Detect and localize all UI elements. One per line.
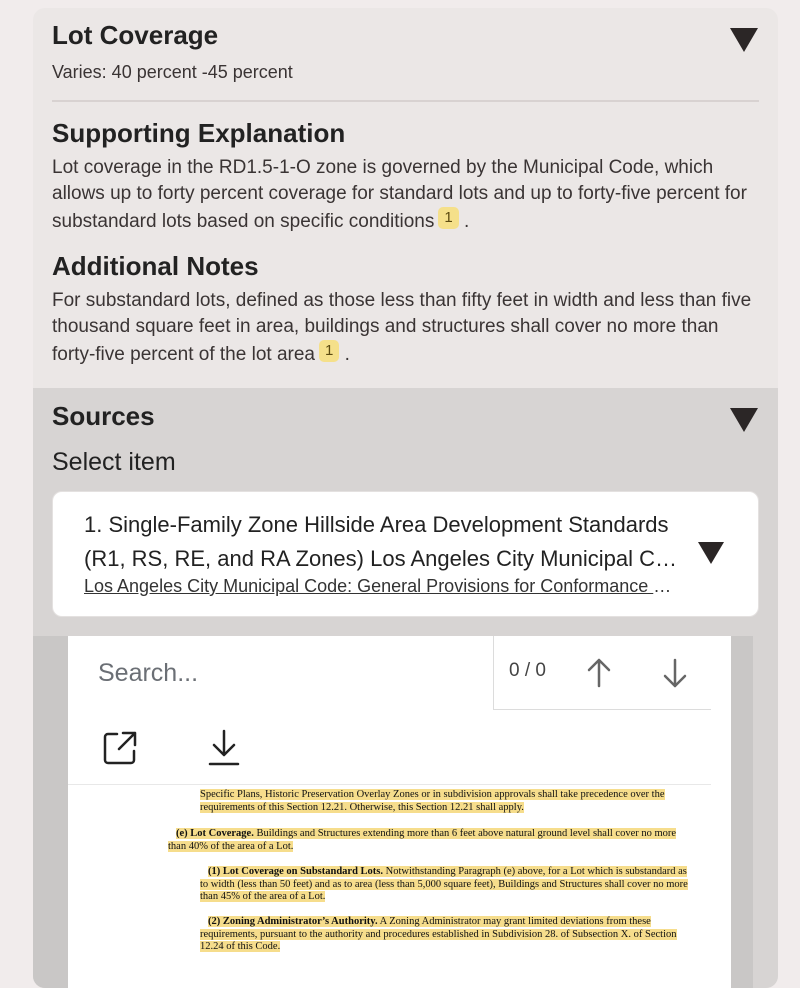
doc-heading: (1) Lot Coverage on Substandard Lots. [208,866,384,877]
supporting-explanation-title: Supporting Explanation [52,118,346,148]
citation-badge[interactable]: 1 [438,207,459,229]
source-select-title: 1. Single-Family Zone Hillside Area Deve… [84,508,684,576]
source-link[interactable]: Los Angeles City Municipal Code: General… [84,576,684,597]
additional-notes-section: Additional Notes For substandard lots, d… [52,251,759,368]
sources-title: Sources [52,401,155,431]
source-title-line2: (R1, RS, RE, and RA Zones) Los Angeles C… [84,546,684,571]
select-item-label: Select item [52,448,176,476]
doc-paragraph: (1) Lot Coverage on Substandard Lots. No… [200,866,694,904]
source-select[interactable]: 1. Single-Family Zone Hillside Area Deve… [52,491,759,617]
pdf-viewer-panel: 0 / 0 [68,636,731,988]
trailing-period: . [463,211,470,232]
lot-coverage-value: Varies: 40 percent -45 percent [52,62,293,82]
doc-heading: (e) Lot Coverage. [176,828,254,839]
section-divider [52,100,759,102]
sources-collapse-icon[interactable] [730,408,758,432]
sources-panel: Sources Select item 1. Single-Family Zon… [33,388,778,988]
results-card: Lot Coverage Varies: 40 percent -45 perc… [33,8,778,988]
doc-text: Specific Plans, Historic Preservation Ov… [200,789,665,813]
pdf-page: Specific Plans, Historic Preservation Ov… [68,786,731,988]
doc-paragraph: (2) Zoning Administrator’s Authority. A … [200,916,694,954]
arrow-down-icon[interactable] [660,656,690,690]
trailing-period: . [344,344,350,365]
download-icon[interactable] [204,728,244,768]
doc-paragraph: (e) Lot Coverage. Buildings and Structur… [168,828,694,853]
pdf-search-bar: 0 / 0 [68,636,711,710]
collapse-toggle-icon[interactable] [730,28,758,52]
lot-coverage-section: Lot Coverage Varies: 40 percent -45 perc… [52,20,759,85]
citation-badge[interactable]: 1 [318,340,340,362]
supporting-explanation-text: Lot coverage in the RD1.5-1-O zone is go… [52,155,759,235]
lot-coverage-title: Lot Coverage [52,20,219,50]
additional-notes-body: For substandard lots, defined as those l… [52,290,752,365]
pdf-viewer: 0 / 0 [33,636,753,988]
open-external-icon[interactable] [100,728,140,768]
doc-heading: (2) Zoning Administrator’s Authority. [208,916,378,927]
source-title-line1: 1. Single-Family Zone Hillside Area Deve… [84,512,669,537]
pdf-toolbar [68,710,711,785]
additional-notes-title: Additional Notes [52,251,259,281]
arrow-up-icon[interactable] [584,656,614,690]
chevron-down-icon[interactable] [698,542,724,564]
match-count: 0 / 0 [509,660,546,681]
doc-paragraph: Specific Plans, Historic Preservation Ov… [200,789,694,814]
supporting-explanation-body: Lot coverage in the RD1.5-1-O zone is go… [52,157,747,232]
additional-notes-text: For substandard lots, defined as those l… [52,288,759,368]
supporting-explanation-section: Supporting Explanation Lot coverage in t… [52,118,759,235]
pdf-search-input[interactable] [68,636,494,710]
